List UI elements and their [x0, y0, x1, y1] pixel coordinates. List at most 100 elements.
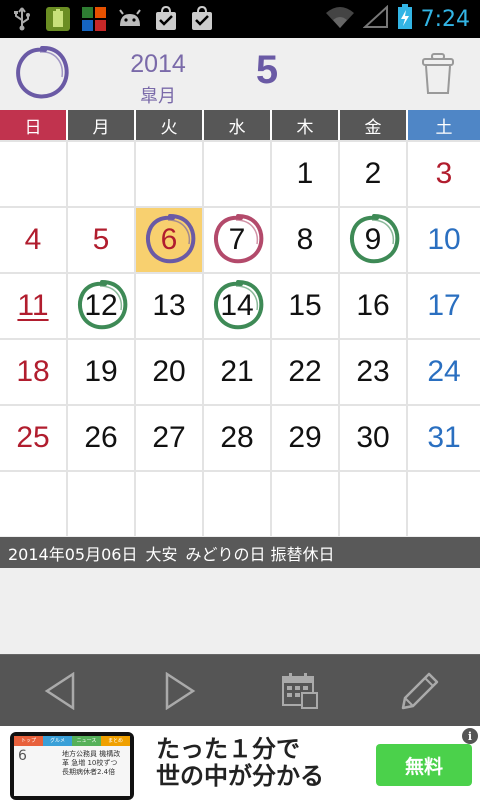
- rokuyo-label: 大安: [145, 544, 178, 564]
- day-number: 7: [228, 223, 246, 256]
- day-number: 6: [160, 223, 178, 256]
- weekday-thursday: 木: [272, 110, 338, 140]
- day-number: 4: [24, 223, 42, 256]
- empty-day-cell: [136, 142, 202, 206]
- day-number: 14: [220, 289, 254, 322]
- weekday-tuesday: 火: [136, 110, 202, 140]
- day-cell[interactable]: 26: [68, 406, 134, 470]
- calendar-grid: 1 2 3 4 5 6 7 8 9 10 11 12 13 14 15 16 17 18 19 20 21 22 23 24 2…: [0, 140, 480, 536]
- day-cell[interactable]: 18: [0, 340, 66, 404]
- day-number: 26: [84, 421, 118, 454]
- bottom-toolbar: [0, 654, 480, 726]
- year-label: 2014: [130, 50, 186, 78]
- day-cell[interactable]: 7: [204, 208, 270, 272]
- download-done-icon: [152, 5, 180, 33]
- ad-banner[interactable]: トップ グルメ ニュース まとめ 6 地方公務員 機構改革 急増 10校ずつ 長…: [0, 726, 480, 800]
- day-number: 29: [288, 421, 322, 454]
- day-cell[interactable]: 31: [408, 406, 480, 470]
- battery-charging-icon: [397, 4, 413, 34]
- calendar-icon: [282, 673, 318, 709]
- day-number: 8: [296, 223, 314, 256]
- next-month-button[interactable]: [158, 669, 202, 713]
- empty-day-cell: [204, 472, 270, 536]
- day-cell[interactable]: 4: [0, 208, 66, 272]
- download-done-icon: [188, 5, 216, 33]
- app-root: 7:24 2014 皐月 5 日 月 火 水 木 金 土 1 2 3 4 5 6 7 8 9 10…: [0, 0, 480, 800]
- day-number: 24: [427, 355, 461, 388]
- clock: 7:24: [420, 6, 470, 32]
- ad-free-button[interactable]: 無料: [376, 744, 472, 786]
- day-cell[interactable]: 5: [68, 208, 134, 272]
- day-cell[interactable]: 17: [408, 274, 480, 338]
- memo-area[interactable]: [0, 568, 480, 654]
- battery-widget-icon: [44, 5, 72, 33]
- day-number: 2: [364, 157, 382, 190]
- day-cell[interactable]: 15: [272, 274, 338, 338]
- day-cell[interactable]: 6: [136, 208, 202, 272]
- app-logo-icon[interactable]: [12, 43, 72, 103]
- day-number: 10: [427, 223, 461, 256]
- day-cell[interactable]: 3: [408, 142, 480, 206]
- day-number: 27: [152, 421, 186, 454]
- empty-day-cell: [340, 472, 406, 536]
- weekday-wednesday: 水: [204, 110, 270, 140]
- day-cell[interactable]: 28: [204, 406, 270, 470]
- day-number: 9: [364, 223, 382, 256]
- day-cell[interactable]: 14: [204, 274, 270, 338]
- day-cell[interactable]: 2: [340, 142, 406, 206]
- day-number: 28: [220, 421, 254, 454]
- day-number: 20: [152, 355, 186, 388]
- weekday-sunday: 日: [0, 110, 66, 140]
- day-cell[interactable]: 24: [408, 340, 480, 404]
- day-cell[interactable]: 16: [340, 274, 406, 338]
- day-cell[interactable]: 25: [0, 406, 66, 470]
- day-cell[interactable]: 1: [272, 142, 338, 206]
- day-cell[interactable]: 9: [340, 208, 406, 272]
- day-number: 18: [16, 355, 50, 388]
- arrow-right-icon: [165, 672, 196, 710]
- selected-date: 2014年05月06日: [8, 544, 138, 564]
- day-cell[interactable]: 13: [136, 274, 202, 338]
- day-cell[interactable]: 19: [68, 340, 134, 404]
- empty-day-cell: [272, 472, 338, 536]
- day-number: 13: [152, 289, 186, 322]
- weekday-header: 日 月 火 水 木 金 土: [0, 110, 480, 140]
- day-cell[interactable]: 23: [340, 340, 406, 404]
- day-cell[interactable]: 10: [408, 208, 480, 272]
- day-cell[interactable]: 8: [272, 208, 338, 272]
- today-button[interactable]: [278, 669, 322, 713]
- ad-mini-text: 地方公務員 機構改革 急増 10校ずつ 長期病休者2.4倍: [62, 750, 121, 776]
- day-number: 16: [356, 289, 390, 322]
- day-cell[interactable]: 29: [272, 406, 338, 470]
- weekday-monday: 月: [68, 110, 134, 140]
- ad-headline-line: たった１分で: [156, 735, 300, 763]
- day-number: 21: [220, 355, 254, 388]
- ad-mini-tab: トップ: [14, 736, 43, 746]
- day-cell[interactable]: 11: [0, 274, 66, 338]
- empty-day-cell: [0, 472, 66, 536]
- day-cell[interactable]: 21: [204, 340, 270, 404]
- wifi-icon: [325, 5, 355, 33]
- android-debug-icon: [116, 5, 144, 33]
- trash-icon[interactable]: [420, 52, 456, 96]
- status-bar-system: 7:24: [325, 4, 470, 34]
- empty-day-cell: [408, 472, 480, 536]
- ad-headline-line: 世の中が分かる: [156, 762, 324, 790]
- day-cell[interactable]: 20: [136, 340, 202, 404]
- ad-info-icon[interactable]: i: [462, 728, 478, 744]
- empty-day-cell: [204, 142, 270, 206]
- month-traditional-name: 皐月: [140, 86, 176, 107]
- day-cell[interactable]: 30: [340, 406, 406, 470]
- empty-day-cell: [0, 142, 66, 206]
- month-number: 5: [255, 48, 279, 92]
- prev-month-button[interactable]: [38, 669, 82, 713]
- edit-button[interactable]: [398, 669, 442, 713]
- empty-day-cell: [68, 142, 134, 206]
- empty-day-cell: [136, 472, 202, 536]
- day-number: 17: [427, 289, 461, 322]
- day-number: 5: [92, 223, 110, 256]
- day-cell[interactable]: 22: [272, 340, 338, 404]
- day-cell[interactable]: 27: [136, 406, 202, 470]
- day-cell[interactable]: 12: [68, 274, 134, 338]
- day-number: 23: [356, 355, 390, 388]
